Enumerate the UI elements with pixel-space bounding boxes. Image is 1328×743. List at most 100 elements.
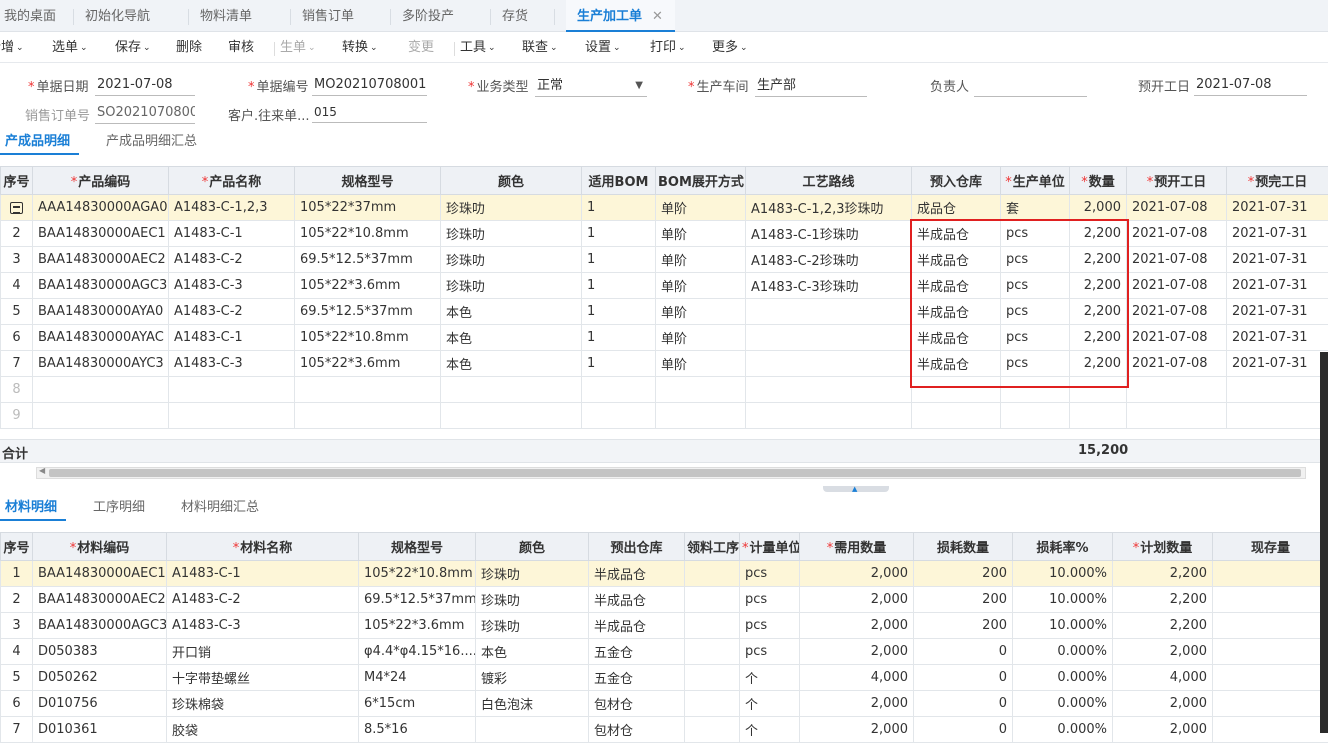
mgrid-cell[interactable]: A1483-C-2 (167, 587, 359, 613)
mgrid-cell[interactable]: 珍珠叻 (476, 613, 589, 639)
pgrid-cell[interactable] (912, 377, 1001, 403)
pgrid-cell[interactable] (1127, 377, 1227, 403)
scroll-left-arrow-icon[interactable]: ◀ (39, 466, 45, 475)
pgrid-row[interactable]: 2BAA14830000AEC1A1483-C-1105*22*10.8mm珍珠… (1, 221, 1328, 247)
pgrid-cell[interactable]: 2 (1, 221, 33, 247)
mgrid-row[interactable]: 5D050262十字带垫螺丝M4*24镀彩五金仓个4,00000.000%4,0… (1, 665, 1328, 691)
pgrid-cell[interactable]: 105*22*10.8mm (295, 325, 441, 351)
mgrid-cell[interactable]: pcs (740, 639, 800, 665)
pgrid-cell[interactable]: 9 (1, 403, 33, 429)
mgrid-cell[interactable]: M4*24 (359, 665, 476, 691)
pgrid-cell[interactable]: 2,200 (1070, 273, 1127, 299)
pgrid-cell[interactable]: A1483-C-1 (169, 325, 295, 351)
pgrid-cell[interactable]: 单阶 (656, 299, 746, 325)
toolbar-button-12[interactable]: 更多⌄ (712, 33, 748, 63)
mgrid-header-7[interactable]: *计量单位 (740, 533, 800, 561)
pgrid-cell[interactable]: 105*22*37mm (295, 195, 441, 221)
pgrid-cell[interactable]: 6 (1, 325, 33, 351)
material-tabs-1[interactable]: 工序明细 (93, 495, 145, 521)
pgrid-cell[interactable]: pcs (1001, 351, 1070, 377)
mgrid-cell[interactable]: BAA14830000AGC3 (33, 613, 167, 639)
pgrid-header-10[interactable]: *数量 (1070, 167, 1127, 195)
customer-field[interactable]: 015 (312, 101, 427, 123)
toolbar-button-9[interactable]: 联查⌄ (522, 33, 558, 63)
material-tabs-0[interactable]: 材料明细 (0, 495, 66, 521)
pgrid-cell[interactable]: 成品仓 (912, 195, 1001, 221)
mgrid-cell[interactable]: pcs (740, 587, 800, 613)
pgrid-cell[interactable]: 半成品仓 (912, 325, 1001, 351)
close-icon[interactable]: ✕ (652, 9, 663, 24)
mgrid-header-1[interactable]: *材料编码 (33, 533, 167, 561)
mgrid-row[interactable]: 4D050383开口销φ4.4*φ4.15*16....本色五金仓pcs2,00… (1, 639, 1328, 665)
pgrid-cell[interactable]: AAA14830000AGA0 (33, 195, 169, 221)
mgrid-cell[interactable]: 105*22*3.6mm (359, 613, 476, 639)
mgrid-cell[interactable]: 五金仓 (589, 665, 685, 691)
mgrid-cell[interactable]: 200 (914, 561, 1013, 587)
pgrid-cell[interactable]: 单阶 (656, 195, 746, 221)
mgrid-cell[interactable]: 2,000 (800, 639, 914, 665)
tab-2[interactable]: 物料清单 (200, 0, 252, 32)
toolbar-button-2[interactable]: 保存⌄ (115, 33, 151, 63)
pgrid-cell[interactable] (1127, 403, 1227, 429)
pgrid-cell[interactable]: pcs (1001, 299, 1070, 325)
doc-no-field[interactable]: MO20210708001 (312, 74, 427, 96)
pgrid-row[interactable]: 7BAA14830000AYC3A1483-C-3105*22*3.6mm本色1… (1, 351, 1328, 377)
pgrid-cell[interactable]: BAA14830000AEC1 (33, 221, 169, 247)
pgrid-cell[interactable]: 2021-07-31 (1227, 195, 1328, 221)
pgrid-cell[interactable]: 半成品仓 (912, 351, 1001, 377)
mgrid-cell[interactable]: 半成品仓 (589, 587, 685, 613)
pgrid-cell[interactable] (169, 377, 295, 403)
mgrid-cell[interactable]: 珍珠棉袋 (167, 691, 359, 717)
mgrid-cell[interactable]: 个 (740, 691, 800, 717)
mgrid-cell[interactable]: 2,000 (800, 561, 914, 587)
mgrid-cell[interactable]: 本色 (476, 639, 589, 665)
pgrid-cell[interactable] (1070, 403, 1127, 429)
pgrid-cell[interactable]: 1 (582, 195, 656, 221)
pgrid-header-6[interactable]: BOM展开方式 (656, 167, 746, 195)
tab-6[interactable]: 生产加工单✕ (566, 0, 675, 32)
mgrid-cell[interactable]: 镀彩 (476, 665, 589, 691)
material-tabs-2[interactable]: 材料明细汇总 (181, 495, 259, 521)
pgrid-row[interactable]: 6BAA14830000AYACA1483-C-1105*22*10.8mm本色… (1, 325, 1328, 351)
mgrid-cell[interactable]: 0.000% (1013, 639, 1113, 665)
pgrid-cell[interactable]: 珍珠叻 (441, 273, 582, 299)
pgrid-cell[interactable]: 69.5*12.5*37mm (295, 299, 441, 325)
pgrid-header-8[interactable]: 预入仓库 (912, 167, 1001, 195)
product-tabs-0[interactable]: 产成品明细 (0, 129, 79, 155)
pgrid-cell[interactable]: 单阶 (656, 273, 746, 299)
pgrid-row[interactable]: 4BAA14830000AGC3A1483-C-3105*22*3.6mm珍珠叻… (1, 273, 1328, 299)
mgrid-cell[interactable] (685, 639, 740, 665)
mgrid-cell[interactable]: 包材仓 (589, 717, 685, 743)
pgrid-cell[interactable]: 单阶 (656, 221, 746, 247)
mgrid-header-12[interactable]: 现存量 (1213, 533, 1328, 561)
mgrid-cell[interactable]: 2,000 (800, 587, 914, 613)
mgrid-cell[interactable]: 4,000 (800, 665, 914, 691)
product-tabs-1[interactable]: 产成品明细汇总 (106, 129, 197, 155)
pgrid-cell[interactable]: pcs (1001, 247, 1070, 273)
toolbar-button-0[interactable]: 新增⌄ (0, 33, 24, 63)
mgrid-cell[interactable]: 2,000 (1113, 691, 1213, 717)
pgrid-cell[interactable]: 2021-07-08 (1127, 351, 1227, 377)
pgrid-cell[interactable]: 105*22*3.6mm (295, 273, 441, 299)
pgrid-cell[interactable] (169, 403, 295, 429)
pgrid-cell[interactable]: 半成品仓 (912, 299, 1001, 325)
pgrid-cell[interactable] (656, 377, 746, 403)
mgrid-cell[interactable]: 0 (914, 691, 1013, 717)
tab-4[interactable]: 多阶投产 (402, 0, 454, 32)
pgrid-cell[interactable] (746, 403, 912, 429)
mgrid-cell[interactable]: 个 (740, 665, 800, 691)
mgrid-row[interactable]: 7D010361胶袋8.5*16包材仓个2,00000.000%2,000 (1, 717, 1328, 743)
pgrid-cell[interactable]: 2021-07-31 (1227, 299, 1328, 325)
pgrid-cell[interactable]: 3 (1, 247, 33, 273)
pgrid-header-7[interactable]: 工艺路线 (746, 167, 912, 195)
mgrid-cell[interactable]: 6*15cm (359, 691, 476, 717)
mgrid-cell[interactable]: 半成品仓 (589, 613, 685, 639)
pgrid-header-2[interactable]: *产品名称 (169, 167, 295, 195)
mgrid-cell[interactable]: 白色泡沫 (476, 691, 589, 717)
pgrid-cell[interactable] (1227, 403, 1328, 429)
pgrid-header-5[interactable]: 适用BOM (582, 167, 656, 195)
mgrid-cell[interactable]: pcs (740, 613, 800, 639)
mgrid-header-8[interactable]: *需用数量 (800, 533, 914, 561)
pgrid-cell[interactable]: A1483-C-3珍珠叻 (746, 273, 912, 299)
pgrid-cell[interactable]: A1483-C-1珍珠叻 (746, 221, 912, 247)
